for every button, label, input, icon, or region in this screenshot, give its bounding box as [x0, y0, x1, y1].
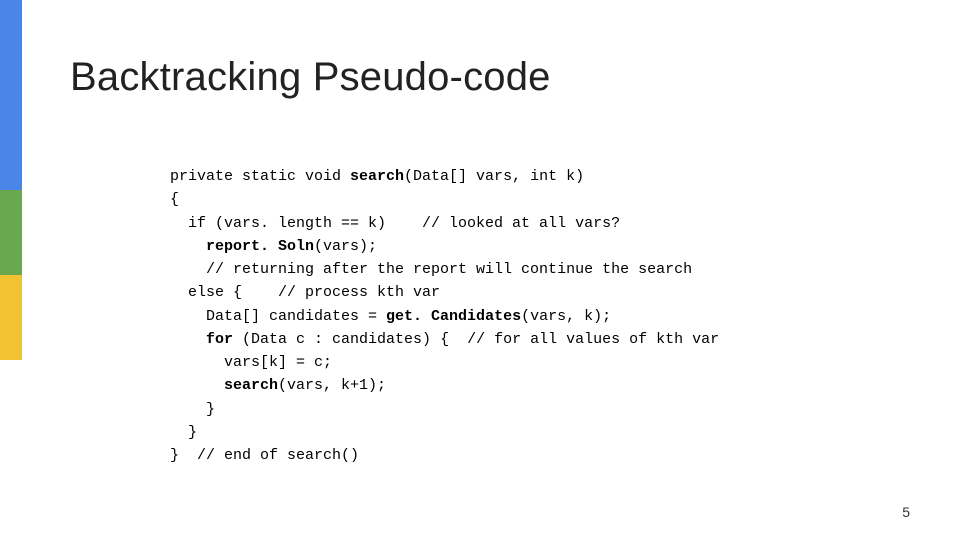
code-text — [170, 331, 206, 348]
code-line: { — [170, 191, 179, 208]
code-line: if (vars. length == k) // looked at all … — [170, 215, 620, 232]
code-text: private static void — [170, 168, 350, 185]
code-block: private static void search(Data[] vars, … — [170, 165, 719, 467]
code-bold: report. Soln — [206, 238, 314, 255]
code-line: private static void search(Data[] vars, … — [170, 168, 584, 185]
code-text: (vars); — [314, 238, 377, 255]
accent-stripe-green — [0, 190, 22, 275]
code-text — [170, 377, 224, 394]
slide: Backtracking Pseudo-code private static … — [0, 0, 960, 540]
code-line: Data[] candidates = get. Candidates(vars… — [170, 308, 611, 325]
accent-stripe-white — [0, 360, 22, 540]
code-text: Data[] candidates = — [170, 308, 386, 325]
accent-stripe-blue — [0, 0, 22, 190]
code-bold: search — [350, 168, 404, 185]
code-line: search(vars, k+1); — [170, 377, 386, 394]
code-text: (Data c : candidates) { // for all value… — [233, 331, 719, 348]
code-text — [170, 238, 206, 255]
page-number: 5 — [902, 504, 910, 520]
code-line: } // end of search() — [170, 447, 359, 464]
code-text: (Data[] vars, int k) — [404, 168, 584, 185]
code-bold: for — [206, 331, 233, 348]
code-text: (vars, k); — [521, 308, 611, 325]
code-line: // returning after the report will conti… — [170, 261, 692, 278]
code-line: report. Soln(vars); — [170, 238, 377, 255]
code-line: } — [170, 424, 197, 441]
code-bold: search — [224, 377, 278, 394]
code-line: else { // process kth var — [170, 284, 440, 301]
slide-title: Backtracking Pseudo-code — [70, 55, 551, 100]
code-line: vars[k] = c; — [170, 354, 332, 371]
code-bold: get. Candidates — [386, 308, 521, 325]
code-line: } — [170, 401, 215, 418]
accent-stripe-yellow — [0, 275, 22, 360]
code-line: for (Data c : candidates) { // for all v… — [170, 331, 719, 348]
code-text: (vars, k+1); — [278, 377, 386, 394]
